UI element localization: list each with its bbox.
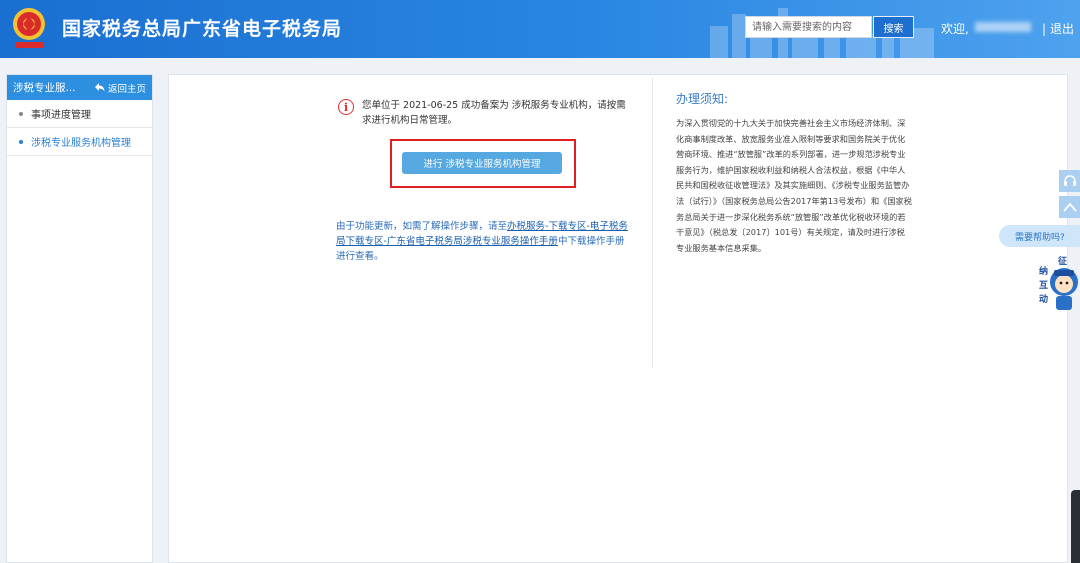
logout-label: 退出: [1050, 22, 1075, 36]
sidebar-item-progress[interactable]: 事项进度管理: [7, 100, 152, 128]
logout-link[interactable]: | 退出: [1042, 20, 1074, 37]
username-redacted: [975, 22, 1031, 32]
back-to-top-button[interactable]: [1059, 196, 1080, 218]
welcome-text: 欢迎,: [941, 22, 969, 36]
sidebar-header: 涉税专业服... 返回主页: [7, 75, 152, 100]
corner-widget[interactable]: [1071, 490, 1080, 563]
sidebar: 涉税专业服... 返回主页 事项进度管理 涉税专业服务机构管理: [6, 74, 153, 563]
info-icon: i: [338, 99, 354, 115]
back-arrow-icon: [94, 83, 105, 92]
site-title: 国家税务总局广东省电子税务局: [62, 18, 343, 40]
sidebar-item-label: 事项进度管理: [31, 110, 91, 121]
need-help-button[interactable]: 需要帮助吗?: [999, 225, 1080, 247]
sidebar-title: 涉税专业服...: [13, 82, 76, 94]
mascot-interaction-icon[interactable]: 征 纳 互 动: [1036, 252, 1080, 312]
notes-body: 为深入贯彻党的十九大关于加快完善社会主义市场经济体制、深化商事制度改革、放宽服务…: [676, 118, 912, 253]
notes-title: 办理须知:: [676, 92, 729, 106]
manual-help-text: 由于功能更新，如需了解操作步骤，请至办税服务-下载专区-电子税务局下载专区-广东…: [336, 219, 632, 264]
sidebar-item-label: 涉税专业服务机构管理: [31, 138, 131, 149]
customer-service-button[interactable]: [1059, 170, 1080, 192]
back-home-button[interactable]: 返回主页: [94, 81, 146, 95]
registration-notice: 您单位于 2021-06-25 成功备案为 涉税服务专业机构，请按需求进行机构日…: [362, 100, 626, 126]
sidebar-item-agency-management[interactable]: 涉税专业服务机构管理: [7, 128, 152, 156]
tax-emblem-logo: [13, 8, 45, 48]
mascot-char: 纳: [1039, 265, 1048, 277]
chevron-up-icon: [1062, 202, 1077, 212]
search-input[interactable]: [745, 16, 872, 38]
panel-divider: [652, 78, 653, 368]
manage-agency-button[interactable]: 进行 涉税专业服务机构管理: [402, 152, 562, 174]
main-panel: [168, 74, 1068, 563]
mascot-char: 征: [1058, 255, 1067, 267]
top-header: 国家税务总局广东省电子税务局 搜索 欢迎, |退出: [0, 0, 1080, 58]
help-prefix: 由于功能更新，如需了解操作步骤，请至: [336, 221, 508, 232]
bullet-icon: [19, 111, 23, 116]
back-home-label: 返回主页: [107, 83, 146, 95]
mascot-char: 动: [1039, 294, 1048, 305]
mascot-char: 互: [1039, 280, 1048, 291]
search-button[interactable]: 搜索: [873, 16, 914, 38]
separator: |: [1042, 22, 1047, 36]
bullet-icon: [19, 139, 23, 144]
headset-icon: [1063, 175, 1076, 186]
